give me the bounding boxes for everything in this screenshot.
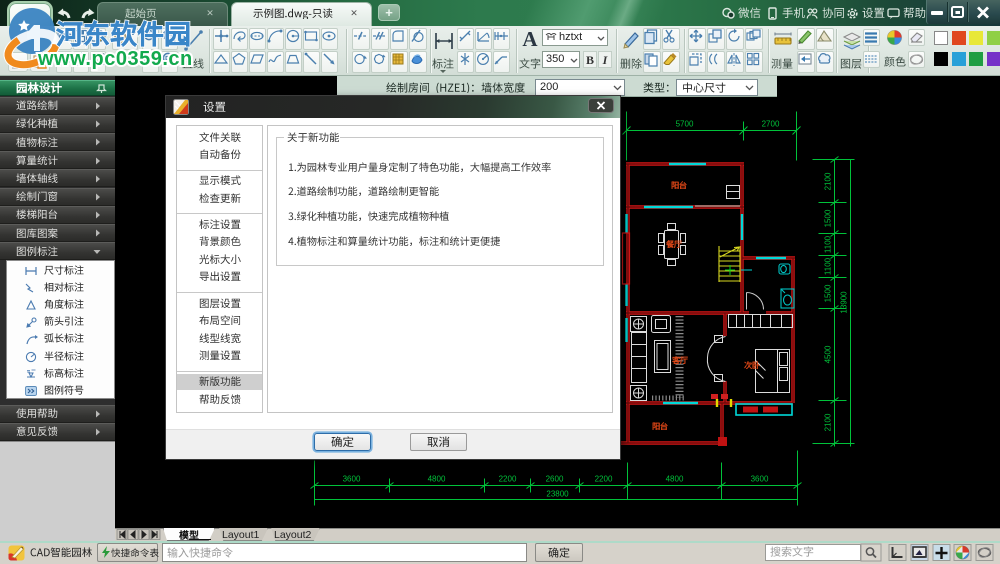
svg-text:2700: 2700 [762,120,780,129]
svg-text:3600: 3600 [343,475,361,484]
svg-text:2100: 2100 [824,172,833,190]
svg-text:2600: 2600 [546,475,564,484]
svg-text:4500: 4500 [824,345,833,363]
svg-text:23800: 23800 [546,490,569,499]
svg-text:2200: 2200 [595,475,613,484]
svg-text:2100: 2100 [824,413,833,431]
svg-text:2200: 2200 [499,475,517,484]
svg-text:1500: 1500 [824,284,833,302]
svg-text:1100: 1100 [824,235,833,253]
svg-text:13900: 13900 [840,291,849,314]
svg-text:3600: 3600 [751,475,769,484]
svg-text:5700: 5700 [676,120,694,129]
svg-text:1500: 1500 [824,209,833,227]
svg-text:1100: 1100 [824,257,833,275]
svg-text:4800: 4800 [666,475,684,484]
svg-text:4800: 4800 [428,475,446,484]
